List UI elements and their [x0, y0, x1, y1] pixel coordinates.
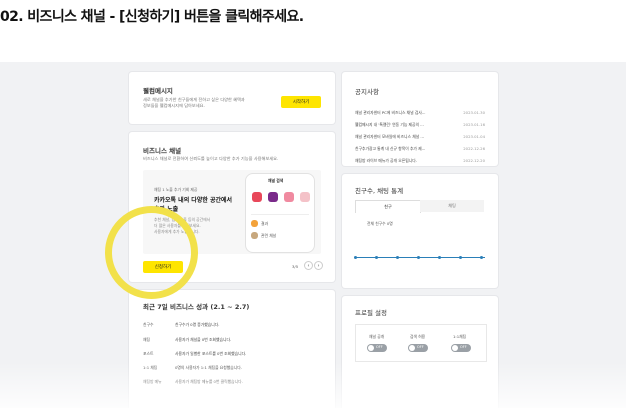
page-title: 02. 비즈니스 채널 - [신청하기] 버튼을 클릭해주세요.	[0, 9, 304, 25]
stats-row-value: 친구수가 0명 증가했습니다.	[175, 322, 220, 327]
promo-small: 채팅 1 노출 추가 기회 제공	[154, 187, 198, 192]
promo-title-line1: 카카오톡 내의 다양한 공간에서	[154, 197, 233, 204]
stats-row: 친구수 친구수가 0명 증가했습니다.	[143, 322, 219, 328]
notice-item[interactable]: 웰컴메시지 내 '톡캘린' 연동 기능 제공의 ... 2023.01.16	[355, 122, 485, 130]
stats-point	[354, 256, 357, 259]
toggle-panel	[355, 324, 487, 362]
profile-title: 프로필 설정	[355, 309, 387, 317]
notice-card: 공지사항 채널 관리자센터 PC에 비즈니스 채널 검사... 2023.01.3…	[342, 72, 498, 166]
toggle-knob	[452, 345, 458, 351]
stats-point	[375, 256, 378, 259]
admin-dashboard: 웰컴메시지 새로 채널을 추가한 친구들에게 전하고 싶은 다양한 혜택과 정보…	[0, 62, 626, 408]
toggle-label: 채널 공개	[369, 334, 385, 339]
notice-date: 2023.01.30	[463, 110, 485, 115]
notice-text: 웰컴메시지 내 '톡캘린' 연동 기능 제공의 ...	[355, 122, 424, 127]
search-allow-toggle[interactable]: OFF	[408, 344, 428, 352]
result-icon	[251, 232, 258, 239]
notice-item[interactable]: 친구추가광고 통계 내 신규 항목이 추가 제... 2022.12.26	[355, 146, 485, 154]
channel-icon	[268, 192, 278, 202]
stats-row-label: 채팅	[143, 337, 150, 342]
stats-row-value: 사용자가 일별한 포스트를 0번 조회했습니다.	[175, 351, 247, 356]
pager-count: 3/5	[292, 264, 299, 269]
notice-title: 공지사항	[355, 88, 379, 96]
stats-point	[438, 256, 441, 259]
stats-point	[459, 256, 462, 259]
phone-mockup: 채널 검색 결과 관련 채널	[245, 173, 315, 253]
tab-friends[interactable]: 친구	[355, 200, 421, 213]
channel-icon	[300, 192, 310, 202]
highlight-circle	[105, 206, 198, 299]
stats-row: 채팅 사용자가 채널을 0번 조회했습니다.	[143, 337, 231, 343]
notice-date: 2022.12.20	[463, 158, 485, 163]
notice-item[interactable]: 채팅방 라이브 메뉴가 공개 오픈됩니다. 2022.12.20	[355, 158, 485, 166]
stats-row: 포스트 사용자가 일별한 포스트를 0번 조회했습니다.	[143, 351, 246, 357]
phone-divider	[251, 214, 309, 215]
toggle-state: OFF	[417, 345, 424, 349]
notice-item[interactable]: 채널 관리자센터 PC에 비즈니스 채널 검사... 2023.01.30	[355, 110, 485, 118]
tab-chat[interactable]: 채팅	[420, 200, 484, 212]
stats-point	[396, 256, 399, 259]
channel-icon	[284, 192, 294, 202]
result-icon	[251, 220, 258, 227]
notice-text: 채널 관리자센터 모바일에 비즈니스 채널 ...	[355, 134, 425, 139]
notice-item[interactable]: 채널 관리자센터 모바일에 비즈니스 채널 ... 2023.01.04	[355, 134, 485, 142]
stats-row-value: 사용자가 채널을 0번 조회했습니다.	[175, 337, 232, 342]
notice-text: 채널 관리자센터 PC에 비즈니스 채널 검사...	[355, 110, 426, 115]
stats-row-label: 친구수	[143, 322, 154, 327]
stats-row-label: 포스트	[143, 351, 154, 356]
notice-date: 2022.12.26	[463, 146, 485, 151]
next-arrow-icon[interactable]: ›	[314, 261, 323, 270]
toggle-knob	[368, 345, 374, 351]
toggle-label: 1:1채팅	[453, 334, 467, 339]
toggle-label: 검색 허용	[410, 334, 426, 339]
welcome-desc-line2: 정보들을 웰컴메시지에 담아보세요.	[143, 103, 205, 108]
channel-icon	[252, 192, 262, 202]
business-title: 비즈니스 채널	[143, 147, 182, 155]
prev-arrow-icon[interactable]: ‹	[304, 261, 313, 270]
phone-result-item: 결과	[261, 221, 268, 226]
channel-public-toggle[interactable]: OFF	[367, 344, 387, 352]
toggle-state: OFF	[460, 345, 467, 349]
friend-count-label: 전체 친구수 0명	[367, 221, 393, 226]
toggle-state: OFF	[376, 345, 383, 349]
notice-text: 채팅방 라이브 메뉴가 공개 오픈됩니다.	[355, 158, 417, 163]
one-on-one-chat-toggle[interactable]: OFF	[451, 344, 471, 352]
notice-date: 2023.01.04	[463, 134, 485, 139]
phone-related-item: 관련 채널	[261, 233, 277, 238]
stats-point	[417, 256, 420, 259]
toggle-knob	[409, 345, 415, 351]
friend-stats-card: 친구수, 채팅 통계 친구 채팅 전체 친구수 0명	[342, 174, 498, 288]
bottom-fade	[0, 362, 626, 408]
notice-text: 친구추가광고 통계 내 신규 항목이 추가 제...	[355, 146, 426, 151]
welcome-start-button[interactable]: 시작하기	[281, 96, 321, 108]
business-desc: 비즈니스 채널로 전환하여 신뢰도를 높이고 다양한 추가 기능을 사용해보세요…	[143, 156, 279, 161]
welcome-card: 웰컴메시지 새로 채널을 추가한 친구들에게 전하고 싶은 다양한 혜택과 정보…	[129, 72, 335, 124]
phone-label: 채널 검색	[268, 178, 284, 183]
stats-title: 최근 7일 비즈니스 성과 (2.1 ~ 2.7)	[143, 303, 250, 311]
notice-date: 2023.01.16	[463, 122, 485, 127]
friend-stats-title: 친구수, 채팅 통계	[355, 187, 404, 195]
welcome-title: 웰컴메시지	[143, 87, 173, 95]
stats-point	[480, 256, 483, 259]
